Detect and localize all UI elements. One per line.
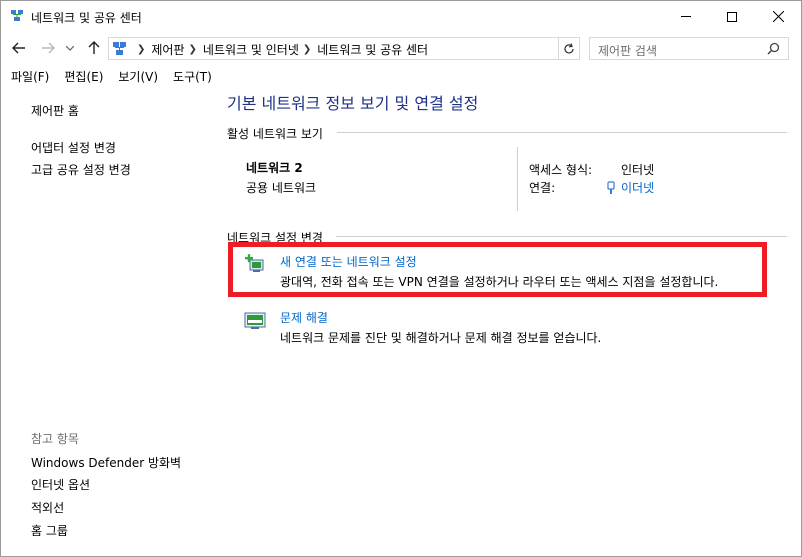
maximize-button[interactable] — [709, 1, 755, 32]
address-bar[interactable]: ❯ 제어판 ❯ 네트워크 및 인터넷 ❯ 네트워크 및 공유 센터 — [108, 37, 661, 60]
control-panel-home-link[interactable]: 제어판 홈 — [31, 102, 79, 119]
up-arrow-icon — [88, 41, 100, 54]
troubleshoot-description: 네트워크 문제를 진단 및 해결하거나 문제 해결 정보를 얻습니다. — [280, 331, 602, 345]
forward-arrow-icon — [42, 42, 55, 54]
see-also-heading: 참고 항목 — [31, 432, 79, 446]
network-sharing-center-window: 네트워크 및 공유 센터 ❯ 제어판 ❯ 네트워크 및 인터넷 ❯ 네트워크 및… — [0, 0, 802, 557]
access-type-value: 인터넷 — [621, 163, 655, 177]
recent-locations-button[interactable] — [64, 39, 76, 57]
menu-bar: 파일(F) 편집(E) 보기(V) 도구(T) — [1, 65, 801, 87]
menu-tools[interactable]: 도구(T) — [173, 68, 212, 85]
access-type-label: 액세스 형식: — [529, 163, 593, 177]
close-icon — [772, 11, 784, 22]
breadcrumb-network-sharing-center[interactable]: 네트워크 및 공유 센터 — [317, 41, 428, 58]
internet-options-link[interactable]: 인터넷 옵션 — [31, 476, 90, 493]
menu-edit[interactable]: 편집(E) — [64, 68, 103, 85]
breadcrumb: ❯ 제어판 ❯ 네트워크 및 인터넷 ❯ 네트워크 및 공유 센터 — [133, 41, 428, 58]
search-icon[interactable] — [767, 42, 780, 55]
breadcrumb-separator-icon[interactable]: ❯ — [189, 44, 197, 55]
menu-file[interactable]: 파일(F) — [11, 68, 49, 85]
title-bar: 네트워크 및 공유 센터 — [1, 1, 801, 32]
section-divider — [336, 236, 787, 237]
menu-view[interactable]: 보기(V) — [118, 68, 158, 85]
active-networks-label: 활성 네트워크 보기 — [227, 127, 323, 141]
forward-button[interactable] — [39, 39, 57, 57]
chevron-down-icon — [66, 45, 74, 51]
window-title: 네트워크 및 공유 센터 — [31, 11, 142, 25]
minimize-icon — [681, 16, 691, 17]
troubleshoot-link[interactable]: 문제 해결 — [280, 309, 328, 326]
search-placeholder: 제어판 검색 — [598, 44, 658, 58]
maximize-icon — [727, 11, 737, 22]
refresh-button[interactable] — [559, 37, 580, 60]
infrared-link[interactable]: 적외선 — [31, 499, 64, 516]
back-arrow-icon — [12, 42, 25, 54]
highlight-box — [228, 242, 767, 297]
back-button[interactable] — [10, 39, 28, 57]
ethernet-icon — [607, 180, 615, 194]
network-type-link[interactable]: 공용 네트워크 — [246, 179, 316, 196]
breadcrumb-separator-icon[interactable]: ❯ — [303, 44, 311, 55]
network-center-icon — [11, 10, 23, 21]
breadcrumb-control-panel[interactable]: 제어판 — [151, 41, 184, 58]
ethernet-connection-link[interactable]: 이더넷 — [607, 179, 654, 196]
network-name: 네트워크 2 — [246, 161, 303, 175]
refresh-icon — [564, 42, 574, 53]
homegroup-link[interactable]: 홈 그룹 — [31, 522, 68, 539]
breadcrumb-network-internet[interactable]: 네트워크 및 인터넷 — [203, 41, 299, 58]
minimize-button[interactable] — [663, 1, 709, 32]
breadcrumb-separator-icon[interactable]: ❯ — [137, 44, 145, 55]
troubleshoot-icon — [244, 312, 266, 329]
network-info-divider — [517, 147, 518, 211]
up-button[interactable] — [85, 39, 103, 57]
connection-label: 연결: — [529, 181, 556, 195]
ethernet-connection-label[interactable]: 이더넷 — [621, 179, 654, 196]
page-title: 기본 네트워크 정보 보기 및 연결 설정 — [227, 94, 479, 113]
windows-defender-firewall-link[interactable]: Windows Defender 방화벽 — [31, 454, 181, 471]
control-panel-icon — [113, 42, 126, 55]
section-divider — [337, 132, 787, 133]
close-button[interactable] — [755, 1, 801, 32]
change-adapter-settings-link[interactable]: 어댑터 설정 변경 — [31, 139, 116, 156]
navigation-bar: ❯ 제어판 ❯ 네트워크 및 인터넷 ❯ 네트워크 및 공유 센터 제어판 검색 — [1, 32, 801, 65]
search-input[interactable]: 제어판 검색 — [589, 37, 789, 60]
advanced-sharing-settings-link[interactable]: 고급 공유 설정 변경 — [31, 161, 131, 178]
